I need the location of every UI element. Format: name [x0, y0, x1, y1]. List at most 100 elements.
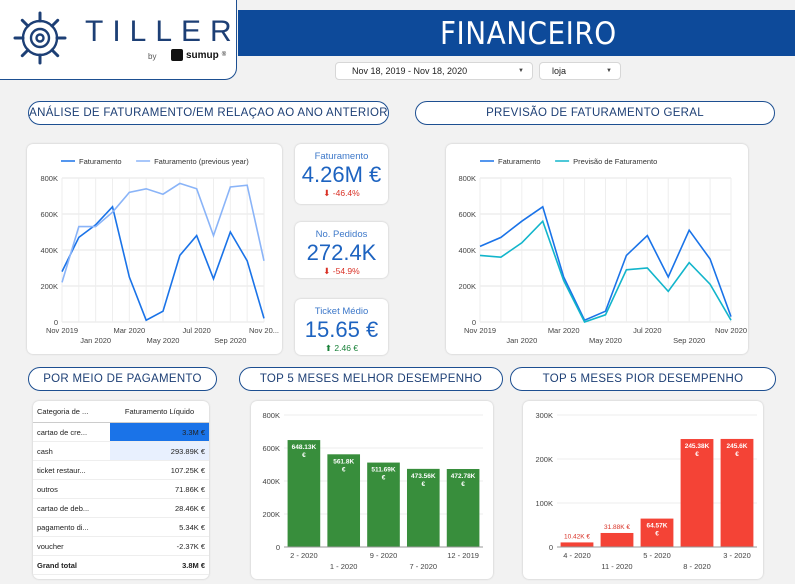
x-tick-label: Nov 2020: [715, 326, 747, 335]
date-range-value: Nov 18, 2019 - Nov 18, 2020: [352, 66, 468, 76]
date-range-filter[interactable]: Nov 18, 2019 - Nov 18, 2020 ▼: [335, 62, 533, 80]
revenue-forecast-chart: Faturamento Previsão de Faturamento 0 200K 4…: [446, 144, 748, 354]
kpi-value: 4.26M €: [301, 162, 382, 187]
bar-value-unit: €: [342, 466, 346, 473]
store-filter-value: loja: [552, 66, 567, 76]
table-header-row: Categoria de ... Faturamento Líquido: [33, 401, 209, 423]
section-payment: POR MEIO DE PAGAMENTO: [28, 367, 217, 391]
table-row[interactable]: outros 71.86K €: [33, 479, 209, 499]
x-tick-label: 4 - 2020: [563, 551, 591, 560]
y-tick-label: 400K: [262, 477, 280, 486]
value-cell: -2.37K €: [110, 536, 209, 556]
ship-wheel-icon: [13, 11, 67, 65]
bar-value-label: 245.38K: [685, 443, 710, 450]
kpi-value: 15.65 €: [304, 317, 379, 342]
y-tick-label: 200K: [40, 282, 58, 291]
arrow-up-icon: ⬆: [324, 343, 333, 353]
bar-value-unit: €: [302, 452, 306, 459]
payment-table: Categoria de ... Faturamento Líquido car…: [33, 401, 209, 575]
bar-value-label: 648.13K: [292, 444, 317, 451]
arrow-down-icon: ⬇: [323, 266, 331, 276]
bar: [560, 542, 594, 547]
kpi-card-orders: No. Pedidos 272.4K ⬇ -54.9%: [295, 222, 388, 278]
partner-registered-mark: ®: [221, 52, 227, 58]
total-label: Grand total: [33, 555, 111, 575]
revenue-vs-previous-year-chart: Faturamento Faturamento (previous year) 0 2…: [27, 144, 282, 354]
chevron-down-icon: ▼: [606, 68, 612, 74]
x-tick-label: Nov 2019: [46, 326, 78, 335]
page-title: FINANCEIRO: [440, 16, 617, 52]
section-revenue-analysis: ANÁLISE DE FATURAMENTO/EM RELAÇAO AO ANO…: [28, 101, 389, 125]
table-row[interactable]: pagamento di... 5.34K €: [33, 517, 209, 537]
revenue-line-chart-svg: Faturamento Faturamento (previous year)02…: [40, 157, 279, 345]
x-tick-label: Sep 2020: [673, 336, 705, 345]
column-header-net-revenue[interactable]: Faturamento Líquido: [110, 401, 209, 423]
y-tick-label: 800K: [458, 174, 476, 183]
x-tick-label: Jan 2020: [506, 336, 537, 345]
x-tick-label: Sep 2020: [214, 336, 246, 345]
chevron-down-icon: ▼: [518, 68, 524, 74]
y-tick-label: 400K: [458, 246, 476, 255]
category-cell: cash: [33, 441, 111, 461]
legend-label: Faturamento (previous year): [154, 157, 249, 166]
legend-label: Faturamento: [498, 157, 541, 166]
section-top5-worst: TOP 5 MESES PIOR DESEMPENHO: [510, 367, 776, 391]
kpi-delta-value: -46.4%: [332, 188, 360, 198]
x-tick-label: 5 - 2020: [643, 551, 671, 560]
kpi-delta: ⬆ 2.46 €: [295, 343, 388, 354]
bar-value-label: 245.6K: [727, 443, 748, 450]
x-tick-label: Jul 2020: [633, 326, 661, 335]
total-value: 3.8M €: [110, 555, 209, 575]
table-row[interactable]: ticket restaur... 107.25K €: [33, 460, 209, 480]
x-tick-label: 1 - 2020: [330, 562, 358, 571]
payment-method-table: Categoria de ... Faturamento Líquido car…: [33, 401, 209, 579]
y-tick-label: 0: [276, 543, 280, 552]
y-tick-label: 300K: [535, 411, 553, 420]
bar-value-unit: €: [461, 481, 465, 488]
bar-value-label: 472.78K: [451, 473, 476, 480]
brand-logo-text: TILLER: [85, 15, 241, 48]
section-forecast: PREVISÃO DE FATURAMENTO GERAL: [415, 101, 775, 125]
forecast-line-chart-svg: Faturamento Previsão de Faturamento0200K4…: [458, 157, 747, 345]
bar: [600, 532, 634, 547]
legend-label: Previsão de Faturamento: [573, 157, 657, 166]
x-tick-label: Jul 2020: [182, 326, 210, 335]
best-months-bar-chart-svg: 0200K400K600K800K648.13K€2 - 2020561.8K€…: [262, 411, 483, 571]
category-cell: cartao de deb...: [33, 498, 111, 518]
kpi-value: 272.4K: [306, 240, 377, 265]
kpi-delta-value: -54.9%: [332, 266, 360, 276]
column-header-category[interactable]: Categoria de ...: [33, 401, 111, 423]
value-cell: 3.3M €: [110, 422, 209, 442]
top5-worst-months-chart: 0 100K 200K 300K 10.42K € 4 - 2020 31.88K € 11 …: [523, 401, 763, 579]
kpi-delta-value: 2.46 €: [334, 343, 359, 353]
y-tick-label: 200K: [458, 282, 476, 291]
x-tick-label: Mar 2020: [548, 326, 580, 335]
value-cell: 293.89K €: [110, 441, 209, 461]
table-row[interactable]: cartao de deb... 28.46K €: [33, 498, 209, 518]
partner-name: sumup: [186, 49, 219, 61]
kpi-card-ticket: Ticket Médio 15.65 € ⬆ 2.46 €: [295, 299, 388, 355]
kpi-label: Ticket Médio: [314, 306, 369, 317]
bar-value-unit: €: [382, 475, 386, 482]
table-row[interactable]: cartao de cre... 3.3M €: [33, 422, 209, 442]
x-tick-label: 11 - 2020: [601, 562, 632, 571]
bar-value-label: 31.88K €: [604, 524, 630, 531]
x-tick-label: Mar 2020: [113, 326, 145, 335]
y-tick-label: 600K: [458, 210, 476, 219]
y-tick-label: 600K: [40, 210, 58, 219]
kpi-card-revenue: Faturamento 4.26M € ⬇ -46.4%: [295, 144, 388, 204]
y-tick-label: 400K: [40, 246, 58, 255]
table-row[interactable]: cash 293.89K €: [33, 441, 209, 461]
bar-value-label: 64.57K: [647, 523, 668, 530]
category-cell: voucher: [33, 536, 111, 556]
category-cell: ticket restaur...: [33, 460, 111, 480]
x-tick-label: 12 - 2019: [447, 551, 479, 560]
y-tick-label: 0: [549, 543, 553, 552]
bar-value-unit: €: [421, 481, 425, 488]
x-tick-label: 2 - 2020: [290, 551, 318, 560]
y-tick-label: 200K: [262, 510, 280, 519]
store-filter[interactable]: loja ▼: [539, 62, 621, 80]
worst-months-bar-chart-svg: 0 100K 200K 300K 10.42K € 4 - 2020 31.88K € 11 …: [535, 411, 757, 571]
x-tick-label: 7 - 2020: [410, 562, 438, 571]
table-row[interactable]: voucher -2.37K €: [33, 536, 209, 556]
